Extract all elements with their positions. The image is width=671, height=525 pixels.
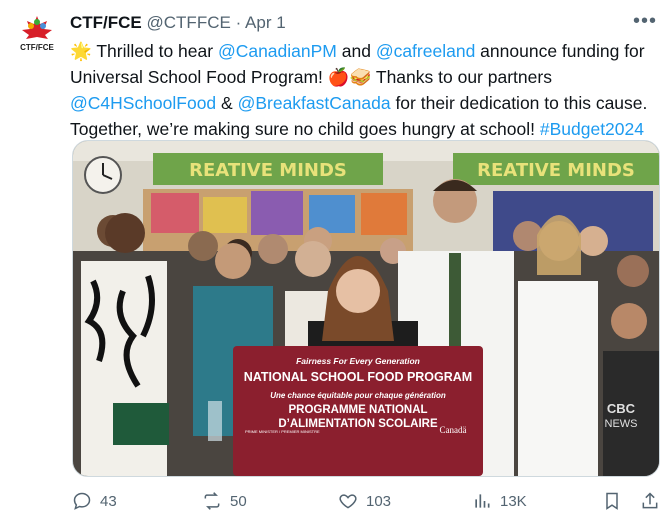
tweet-image[interactable]: REATIVE MINDS REATIVE MINDS Fairness For…	[72, 140, 660, 477]
views-count: 13K	[500, 492, 527, 510]
share-button[interactable]	[640, 491, 660, 511]
author-name[interactable]: CTF/FCE	[70, 13, 142, 32]
tweet-header: CTF/FCE @CTFFCE · Apr 1	[70, 12, 286, 34]
share-icon	[642, 492, 658, 509]
text-part: &	[216, 93, 238, 113]
reply-count: 43	[100, 492, 117, 510]
tweet-actions: 43 50 103 13K	[72, 491, 662, 515]
podium-line4: PROGRAMME NATIONAL	[288, 404, 427, 416]
views-button[interactable]: 13K	[472, 491, 527, 511]
banner-left-text: REATIVE MINDS	[189, 160, 347, 181]
separator: ·	[235, 13, 242, 32]
podium-line1: Fairness For Every Generation	[296, 356, 420, 366]
podium-small-text: PRIME MINISTER / PREMIER MINISTRE	[245, 429, 320, 434]
author-handle[interactable]: @CTFFCE	[147, 13, 231, 32]
retweet-count: 50	[230, 492, 247, 510]
mention-breakfastcanada[interactable]: @BreakfastCanada	[238, 93, 391, 113]
star-emoji: 🌟	[70, 41, 92, 61]
podium-line3: Une chance équitable pour chaque générat…	[270, 391, 446, 400]
text-part: and	[336, 41, 376, 61]
text-part: Thanks to our partners	[371, 67, 552, 87]
avatar[interactable]: CTF/FCE	[14, 12, 60, 58]
retweet-icon	[204, 492, 220, 510]
bookmark-icon	[606, 492, 618, 510]
podium-line2: NATIONAL SCHOOL FOOD PROGRAM	[244, 370, 472, 384]
reply-icon	[73, 492, 91, 510]
food-emoji: 🍎🥪	[327, 67, 372, 87]
heart-icon	[339, 494, 357, 509]
mention-canadianpm[interactable]: @CanadianPM	[218, 41, 337, 61]
hashtag-budget2024[interactable]: #Budget2024	[540, 119, 644, 139]
banner-right-text: REATIVE MINDS	[477, 160, 635, 181]
mention-c4hschoolfood[interactable]: @C4HSchoolFood	[70, 93, 216, 113]
text-part: Thrilled to hear	[91, 41, 218, 61]
logo-text: CTF/FCE	[20, 43, 54, 52]
news-watermark: NEWS	[605, 418, 638, 430]
retweet-button[interactable]: 50	[202, 491, 247, 511]
like-count: 103	[366, 492, 392, 510]
analytics-icon	[475, 494, 490, 508]
like-button[interactable]: 103	[338, 491, 391, 511]
mention-cafreeland[interactable]: @cafreeland	[376, 41, 476, 61]
cbc-watermark: CBC	[607, 401, 636, 416]
tweet-date[interactable]: Apr 1	[245, 13, 286, 32]
ctf-logo-icon: CTF/FCE	[20, 16, 55, 52]
tweet-text: 🌟 Thrilled to hear @CanadianPM and @cafr…	[70, 38, 660, 142]
more-options-icon[interactable]: •••	[633, 10, 657, 33]
reply-button[interactable]: 43	[72, 491, 117, 511]
canada-wordmark: Canadä	[440, 425, 467, 435]
bookmark-button[interactable]	[602, 491, 622, 511]
press-conference-photo: REATIVE MINDS REATIVE MINDS Fairness For…	[73, 141, 659, 476]
